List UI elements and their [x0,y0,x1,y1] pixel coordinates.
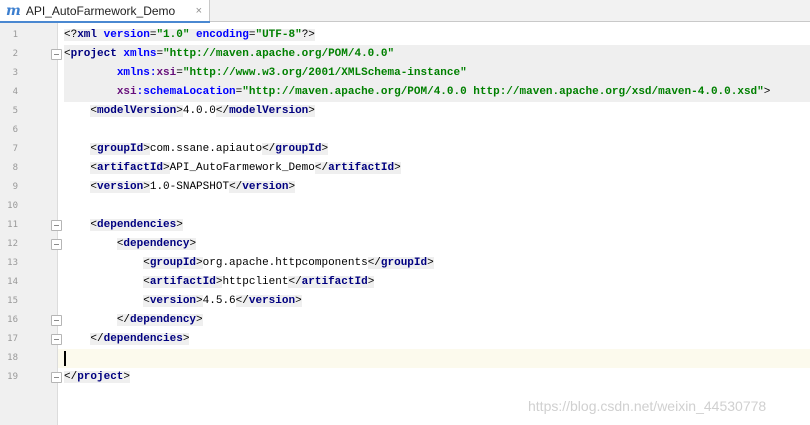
code-text: xmlns:xsi="http://www.w3.org/2001/XMLSch… [64,64,810,83]
code-line-9[interactable]: 9 <version>1.0-SNAPSHOT</version> [0,178,810,197]
line-number: 9 [12,182,18,192]
editor-tab-bar: m API_AutoFarmework_Demo × [0,0,810,23]
line-number: 14 [7,277,18,287]
line-number: 19 [7,372,18,382]
code-line-15[interactable]: 15 <version>4.5.6</version> [0,292,810,311]
code-line-2[interactable]: 2 <project xmlns="http://maven.apache.or… [0,45,810,64]
fold-expand-icon[interactable] [51,315,62,326]
line-number: 4 [12,87,18,97]
code-text: <artifactId>httpclient</artifactId> [143,276,375,288]
code-line-1[interactable]: 1 <?xml version="1.0" encoding="UTF-8"?> [0,26,810,45]
code-text: <version>4.5.6</version> [143,295,302,307]
code-line-3[interactable]: 3 xmlns:xsi="http://www.w3.org/2001/XMLS… [0,64,810,83]
code-text: <modelVersion>4.0.0</modelVersion> [90,105,315,117]
fold-expand-icon[interactable] [51,334,62,345]
watermark: https://blog.csdn.net/weixin_44530778 [528,398,767,414]
code-text: </dependencies> [90,333,190,345]
code-text: </dependency> [116,314,203,326]
code-text: <dependency> [116,238,197,250]
code-text: <version>1.0-SNAPSHOT</version> [90,181,296,193]
code-line-13[interactable]: 13 <groupId>org.apache.httpcomponents</g… [0,254,810,273]
line-number: 10 [7,201,18,211]
text-caret [64,351,66,366]
tab-title: API_AutoFarmework_Demo [25,4,176,18]
code-line-14[interactable]: 14 <artifactId>httpclient</artifactId> [0,273,810,292]
code-line-5[interactable]: 5 <modelVersion>4.0.0</modelVersion> [0,102,810,121]
line-number: 5 [12,106,18,116]
fold-expand-icon[interactable] [51,372,62,383]
code-line-7[interactable]: 7 <groupId>com.ssane.apiauto</groupId> [0,140,810,159]
line-number: 6 [12,125,18,135]
line-number: 2 [12,49,18,59]
line-number: 17 [7,334,18,344]
code-line-11[interactable]: 11 <dependencies> [0,216,810,235]
fold-collapse-icon[interactable] [51,220,62,231]
code-text: <artifactId>API_AutoFarmework_Demo</arti… [90,162,401,174]
line-number: 8 [12,163,18,173]
code-text: <project xmlns="http://maven.apache.org/… [64,45,810,64]
close-icon[interactable]: × [196,5,202,17]
fold-collapse-icon[interactable] [51,49,62,60]
code-line-18[interactable]: 18 [0,349,810,368]
fold-collapse-icon[interactable] [51,239,62,250]
line-number: 18 [7,353,18,363]
code-line-4[interactable]: 4 xsi:schemaLocation="http://maven.apach… [0,83,810,102]
line-number: 15 [7,296,18,306]
code-line-8[interactable]: 8 <artifactId>API_AutoFarmework_Demo</ar… [0,159,810,178]
code-line-19[interactable]: 19 </project> [0,368,810,387]
maven-icon: m [6,3,21,19]
code-text: <groupId>com.ssane.apiauto</groupId> [90,143,329,155]
line-number: 11 [7,220,18,230]
line-number: 13 [7,258,18,268]
line-number: 1 [12,30,18,40]
line-number: 12 [7,239,18,249]
code-text: </project> [64,371,131,383]
code-text: <dependencies> [90,219,183,231]
code-line-17[interactable]: 17 </dependencies> [0,330,810,349]
line-number: 7 [12,144,18,154]
line-number: 3 [12,68,18,78]
code-text: <?xml version="1.0" encoding="UTF-8"?> [64,29,315,41]
code-text: <groupId>org.apache.httpcomponents</grou… [143,257,434,269]
code-editor[interactable]: 1 <?xml version="1.0" encoding="UTF-8"?>… [0,23,810,425]
code-line-16[interactable]: 16 </dependency> [0,311,810,330]
line-number: 16 [7,315,18,325]
code-text: xsi:schemaLocation="http://maven.apache.… [64,83,810,102]
tab-pom-file[interactable]: m API_AutoFarmework_Demo × [0,0,210,23]
code-line-12[interactable]: 12 <dependency> [0,235,810,254]
code-line-6[interactable]: 6 [0,121,810,140]
code-line-10[interactable]: 10 [0,197,810,216]
